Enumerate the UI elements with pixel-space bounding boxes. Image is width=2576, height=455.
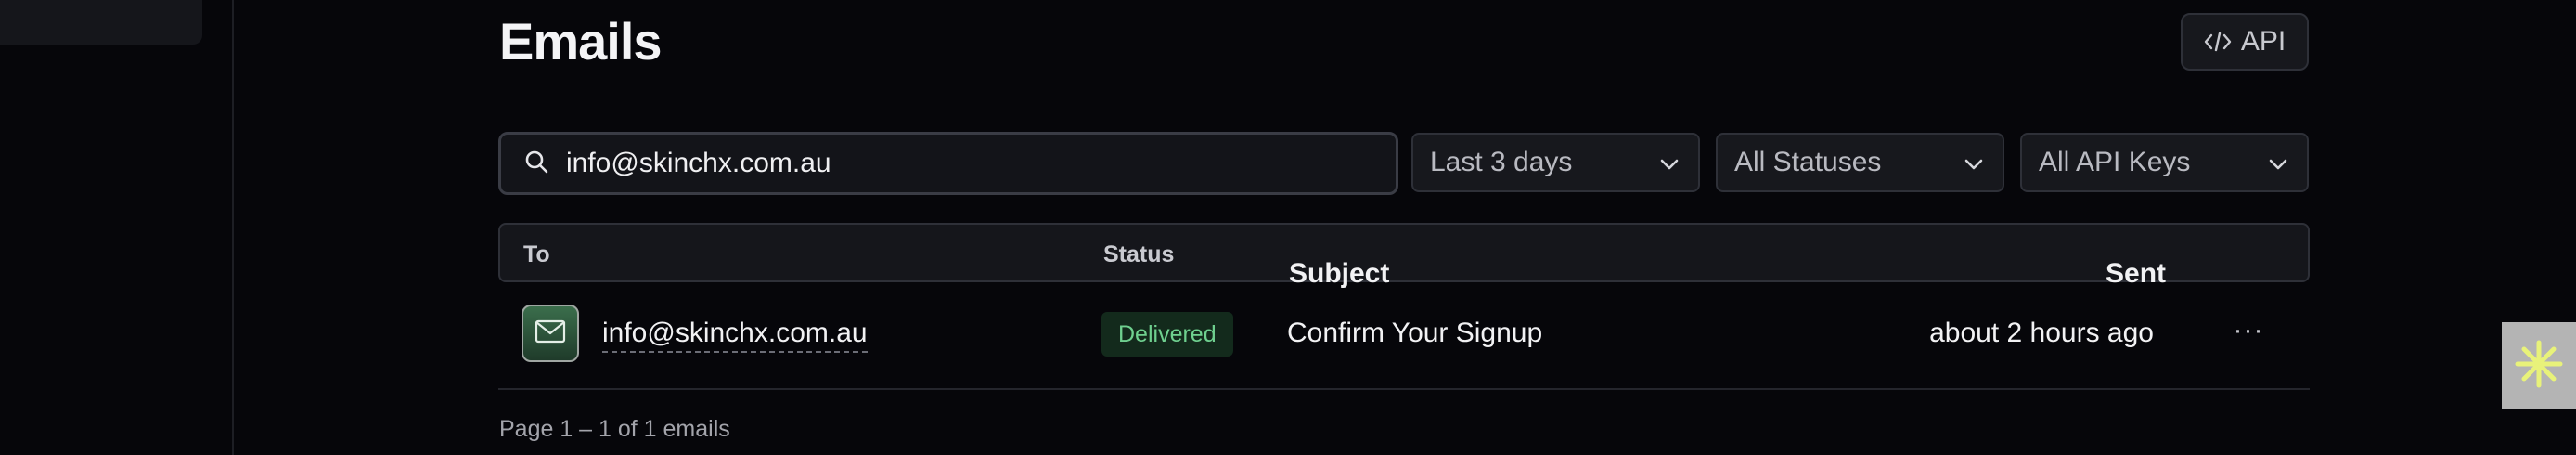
recipient-email-link[interactable]: info@skinchx.com.au xyxy=(602,318,868,353)
status-select[interactable]: All Statuses xyxy=(1716,133,2004,192)
chevron-down-icon xyxy=(1964,147,1984,178)
more-actions-button[interactable]: ··· xyxy=(2226,308,2271,353)
pagination-info: Page 1 – 1 of 1 emails xyxy=(499,416,730,442)
api-keys-value: All API Keys xyxy=(2039,147,2191,177)
email-subject: Confirm Your Signup xyxy=(1287,318,1543,348)
email-avatar xyxy=(522,305,579,362)
search-icon xyxy=(523,149,549,179)
status-badge: Delivered xyxy=(1101,312,1233,357)
sidebar-divider xyxy=(232,0,234,455)
date-range-select[interactable]: Last 3 days xyxy=(1411,133,1700,192)
table-header: To Status Subject Sent xyxy=(498,223,2310,289)
table-row[interactable]: info@skinchx.com.au Delivered Confirm Yo… xyxy=(498,284,2310,390)
search-field[interactable] xyxy=(498,132,1398,195)
floating-widget-button[interactable] xyxy=(2502,322,2576,410)
page-title: Emails xyxy=(499,12,663,71)
envelope-icon xyxy=(535,319,566,348)
sidebar-panel xyxy=(0,0,202,45)
asterisk-icon xyxy=(2513,338,2565,395)
date-range-value: Last 3 days xyxy=(1430,147,1573,177)
emails-page: Emails API Last 3 days All Statuses xyxy=(0,0,2576,455)
column-header-to: To xyxy=(523,241,550,267)
status-filter-value: All Statuses xyxy=(1734,147,1882,177)
api-button[interactable]: API xyxy=(2181,13,2309,71)
api-keys-select[interactable]: All API Keys xyxy=(2020,133,2309,192)
chevron-down-icon xyxy=(2268,147,2288,178)
chevron-down-icon xyxy=(1659,147,1680,178)
sent-time: about 2 hours ago xyxy=(1929,318,2154,348)
column-header-status: Status xyxy=(1103,241,1175,267)
api-button-label: API xyxy=(2240,26,2286,57)
code-icon xyxy=(2204,31,2232,53)
search-input[interactable] xyxy=(566,148,1364,179)
